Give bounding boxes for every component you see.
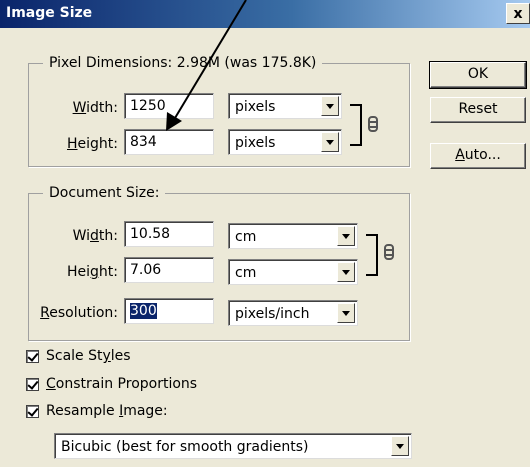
auto-button[interactable]: Auto... [430,143,526,169]
chain-link-icon [368,116,378,132]
doc-height-input[interactable]: 7.06 [124,257,214,283]
resolution-selected-text: 300 [130,303,157,319]
pixel-dimensions-size: 2.98M (was 175.8K) [176,55,317,71]
doc-width-input[interactable]: 10.58 [124,221,214,247]
constrain-bracket [366,234,378,276]
chevron-down-icon[interactable] [391,436,409,456]
pixel-height-unit-select[interactable]: pixels [228,129,342,155]
scale-styles-label: Scale Styles [46,348,131,364]
resolution-unit-select[interactable]: pixels/inch [228,300,358,326]
constrain-proportions-label: Constrain Proportions [46,376,198,392]
chevron-down-icon[interactable] [337,262,355,282]
chevron-down-icon[interactable] [321,132,339,152]
chevron-down-icon[interactable] [337,226,355,246]
pixel-height-input[interactable]: 834 [124,129,214,155]
chain-link-icon [384,244,394,260]
doc-width-label: Width: [72,228,118,244]
close-button[interactable]: x [506,3,530,24]
scale-styles-checkbox[interactable] [26,350,39,363]
constrain-bracket [350,104,362,146]
resolution-input[interactable]: 300 [124,298,214,324]
chevron-down-icon[interactable] [321,96,339,116]
chevron-down-icon[interactable] [337,303,355,323]
doc-height-label: Height: [66,264,118,280]
resample-method-select[interactable]: Bicubic (best for smooth gradients) [54,433,412,459]
resample-image-label: Resample Image: [46,403,168,419]
title-bar: Image Size [0,0,530,28]
pixel-width-unit-select[interactable]: pixels [228,93,342,119]
pixel-width-label: Width: [72,100,118,116]
pixel-width-input[interactable]: 1250 [124,93,214,119]
resample-image-checkbox[interactable] [26,405,39,418]
window-title: Image Size [6,5,93,21]
resolution-label: Resolution: [40,305,118,321]
constrain-proportions-checkbox[interactable] [26,378,39,391]
pixel-height-label: Height: [67,136,118,152]
pixel-dimensions-legend: Pixel Dimensions: 2.98M (was 175.8K) [43,54,323,72]
doc-width-unit-select[interactable]: cm [228,223,358,249]
reset-button[interactable]: Reset [430,97,526,123]
doc-height-unit-select[interactable]: cm [228,259,358,285]
document-size-legend: Document Size: [43,184,166,202]
ok-button[interactable]: OK [429,61,527,89]
